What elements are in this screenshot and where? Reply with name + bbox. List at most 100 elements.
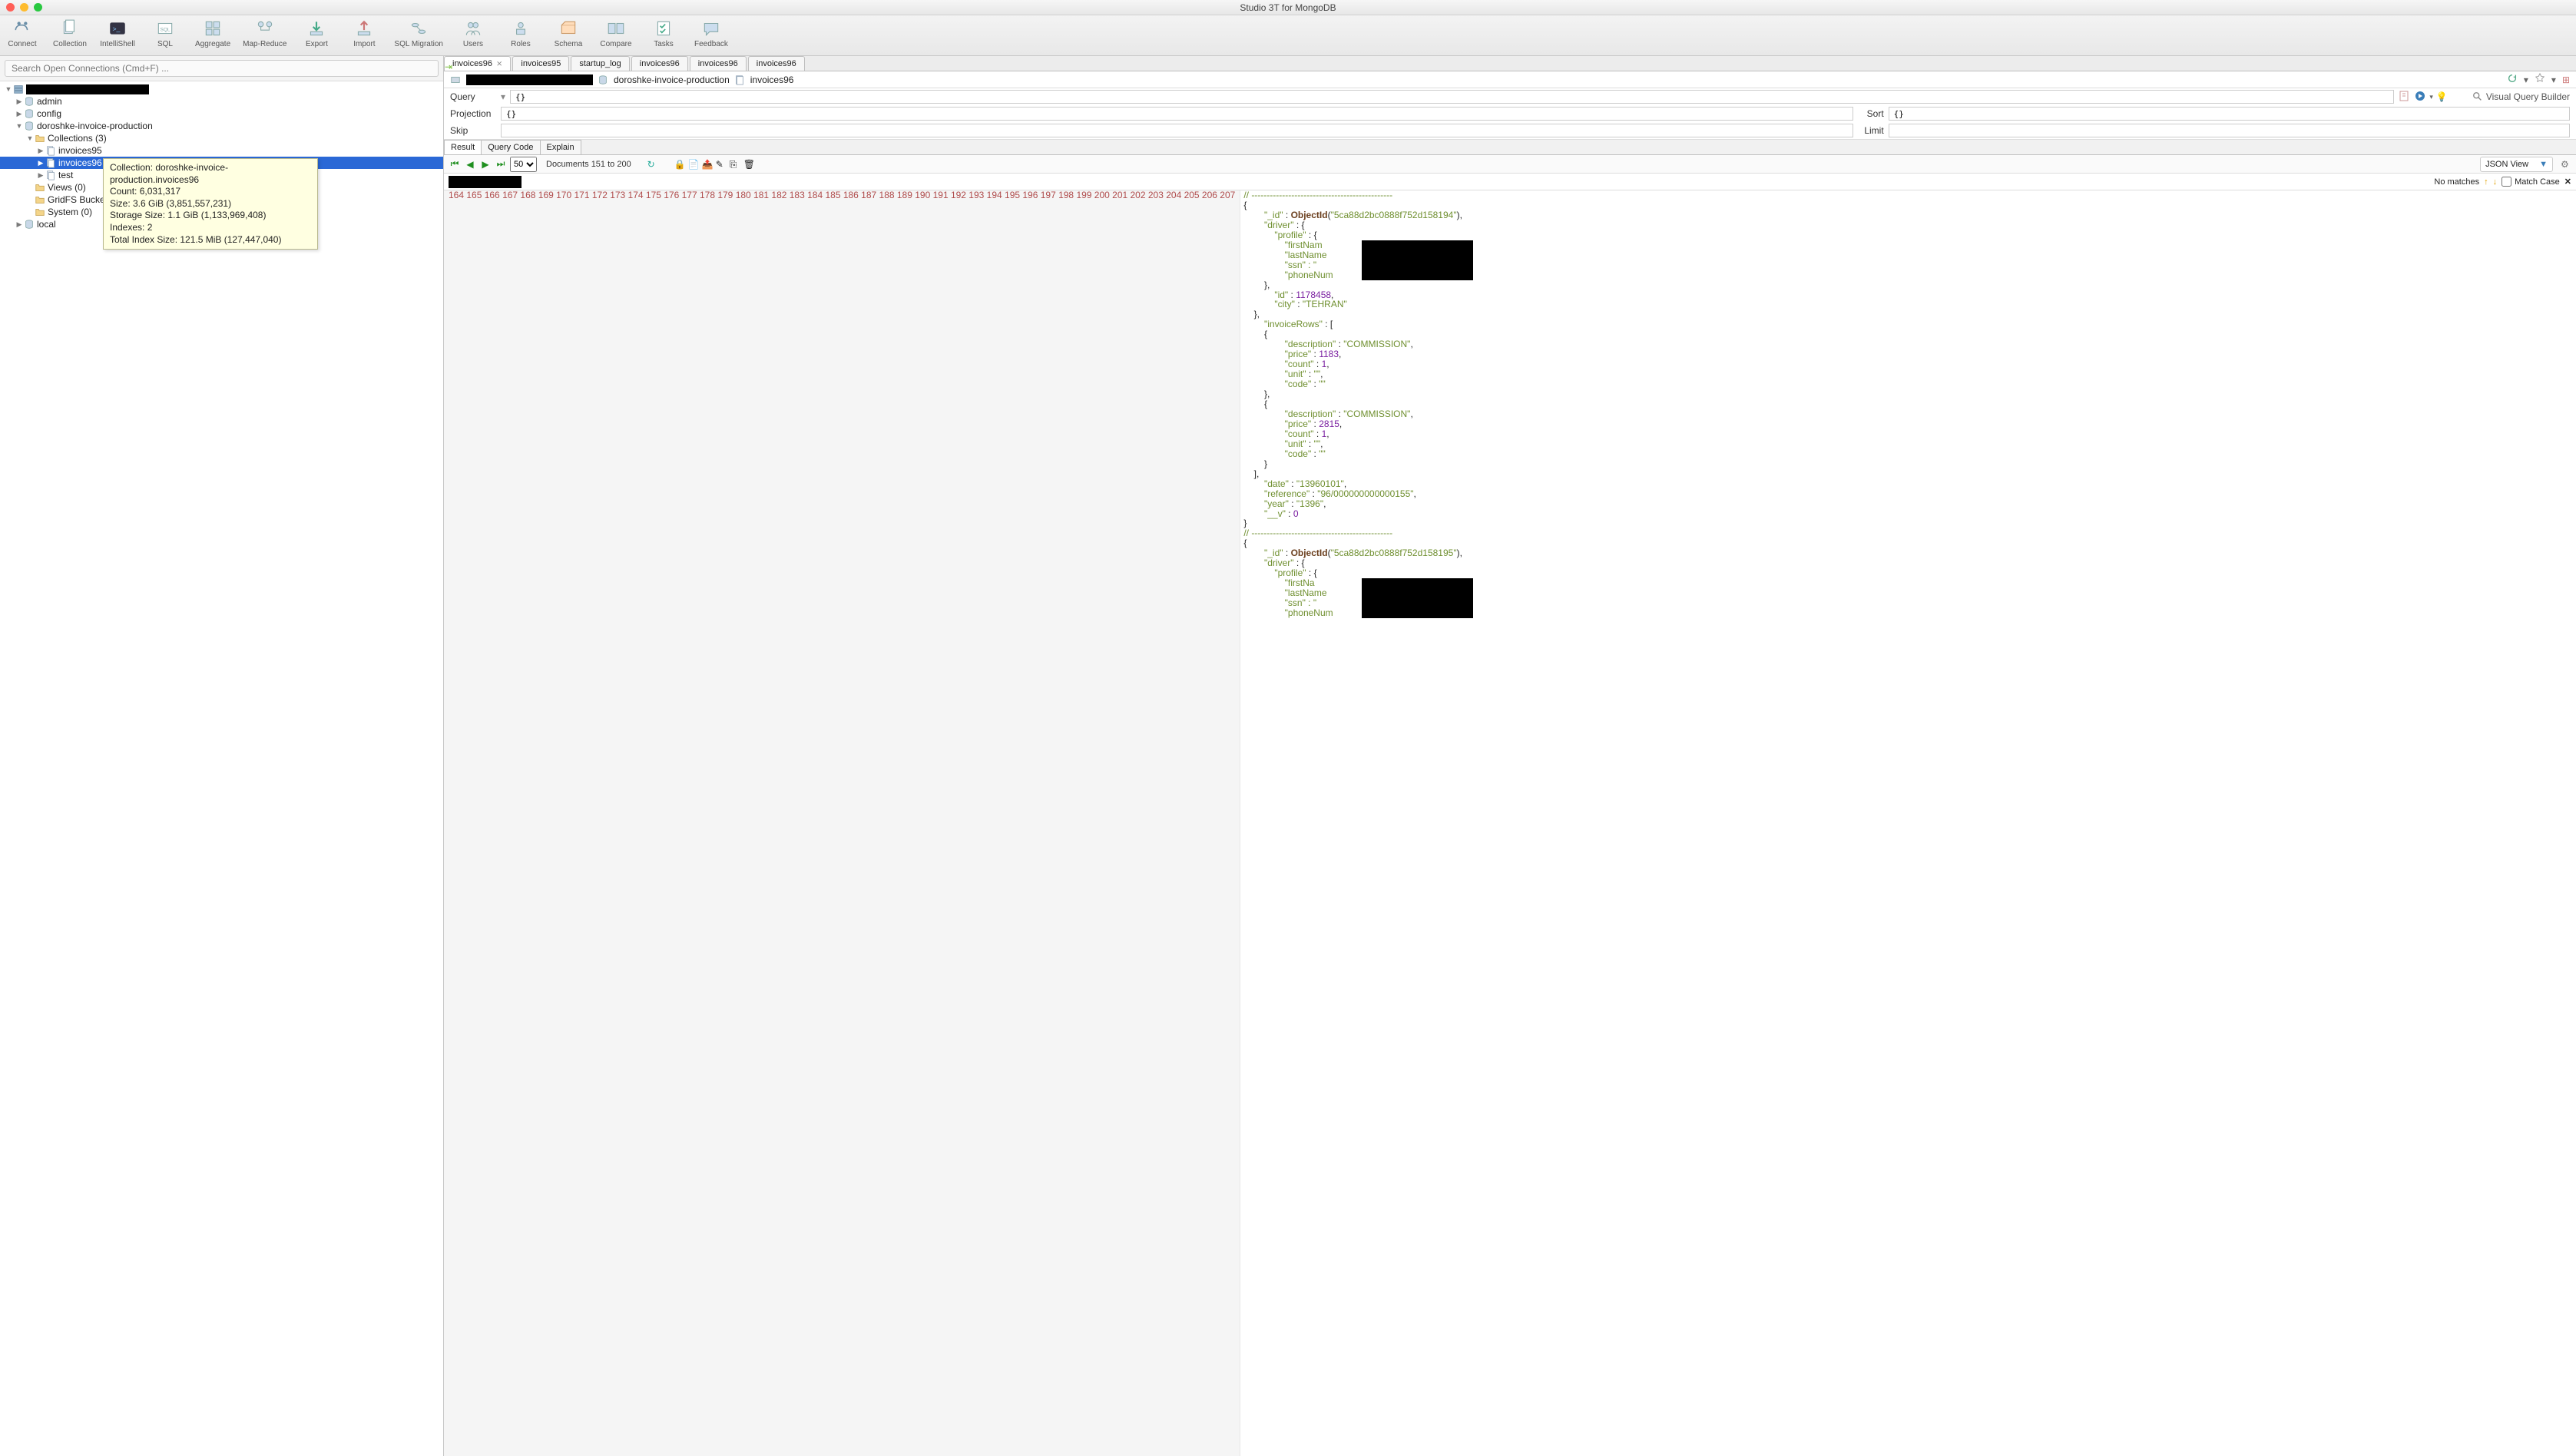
sort-input[interactable] [1889, 107, 2570, 121]
refresh-icon[interactable] [2507, 73, 2518, 86]
sub-tab-query-code[interactable]: Query Code [481, 140, 540, 154]
star-icon[interactable] [2535, 73, 2545, 86]
expand-icon[interactable]: ▼ [15, 122, 23, 130]
code-content[interactable]: // -------------------------------------… [1240, 190, 2576, 1456]
dropdown-icon[interactable]: ▾ [2429, 93, 2433, 101]
db-icon [24, 108, 35, 119]
toolbar-sqlmigration[interactable]: SQL Migration [394, 18, 443, 48]
expand-icon[interactable]: ▶ [15, 220, 23, 229]
expand-icon[interactable]: ▶ [15, 110, 23, 118]
close-findbar-icon[interactable]: ✕ [2564, 177, 2571, 187]
redacted-breadcrumb [466, 74, 593, 85]
toolbar-users[interactable]: Users [455, 18, 491, 48]
tree-item-label: GridFS Bucket [48, 194, 108, 205]
tree-item-config[interactable]: ▶config [0, 108, 443, 120]
folder-icon [35, 133, 45, 144]
toolbar-export[interactable]: Export [299, 18, 334, 48]
toolbar-label: Map-Reduce [243, 40, 286, 48]
tab-invoices96[interactable]: invoices96 [631, 56, 688, 71]
edit-icon[interactable]: ✎ [716, 159, 727, 170]
expand-icon[interactable]: ▼ [26, 134, 34, 142]
toolbar-mapreduce[interactable]: Map-Reduce [243, 18, 286, 48]
close-tab-icon[interactable]: ⨯ [496, 60, 502, 68]
toolbar-label: SQL Migration [394, 40, 443, 48]
redacted-block [1362, 578, 1473, 618]
toolbar-aggregate[interactable]: Aggregate [195, 18, 230, 48]
toolbar-import[interactable]: Import [346, 18, 382, 48]
tab-invoices96[interactable]: invoices96 [748, 56, 805, 71]
sub-tab-result[interactable]: Result [444, 140, 482, 154]
expand-icon[interactable]: ▶ [37, 159, 45, 167]
skip-input[interactable] [501, 124, 1853, 137]
visual-query-builder-button[interactable]: Visual Query Builder [2472, 91, 2570, 102]
maximize-window-icon[interactable] [34, 3, 42, 12]
tooltip-line: Indexes: 2 [110, 222, 311, 234]
minimize-window-icon[interactable] [20, 3, 28, 12]
delete-icon[interactable]: 🗑 [743, 159, 754, 170]
no-matches-label: No matches [2434, 177, 2479, 187]
add-doc-icon[interactable]: 📄 [688, 159, 699, 170]
connection-tree[interactable]: ▼ ▶admin▶config▼doroshke-invoice-product… [0, 81, 443, 1456]
breadcrumb-coll[interactable]: invoices96 [734, 74, 794, 85]
edit-query-icon[interactable] [2399, 90, 2411, 104]
projection-input[interactable] [501, 107, 1853, 121]
prev-page-icon[interactable]: ◀ [464, 158, 476, 170]
match-case-checkbox[interactable]: Match Case [2502, 177, 2560, 187]
last-page-icon[interactable]: ⏭ [495, 158, 507, 170]
toolbar-feedback[interactable]: Feedback [694, 18, 729, 48]
tab-label: invoices96 [640, 59, 680, 68]
tree-item-doroshke-invoice-production[interactable]: ▼ doroshke-invoice-production [0, 120, 443, 132]
refresh-icon[interactable]: ↻ [645, 158, 657, 170]
dropdown-icon[interactable]: ▾ [501, 91, 505, 102]
page-size-select[interactable]: 50 [510, 157, 537, 172]
first-page-icon[interactable]: ⏮ [449, 158, 461, 170]
toolbar-sql[interactable]: SQLSQL [147, 18, 183, 48]
connection-root[interactable]: ▼ [0, 83, 443, 95]
prev-match-icon[interactable]: ↑ [2484, 177, 2488, 187]
view-mode-select[interactable]: JSON View ▼ [2480, 157, 2553, 172]
search-input[interactable] [5, 60, 439, 77]
json-result-view[interactable]: 164 165 166 167 168 169 170 171 172 173 … [444, 190, 2576, 1456]
tree-item-collections-3-[interactable]: ▼Collections (3) [0, 132, 443, 144]
toolbar-compare[interactable]: Compare [598, 18, 634, 48]
sqlmigration-icon [408, 18, 429, 39]
hint-icon[interactable]: 💡 [2436, 91, 2448, 102]
expand-icon[interactable]: ▶ [37, 147, 45, 155]
expand-icon[interactable]: ▼ [5, 85, 12, 93]
toolbar-tasks[interactable]: Tasks [646, 18, 681, 48]
export-icon[interactable]: 📤 [702, 159, 713, 170]
toolbar-intellishell[interactable]: >_IntelliShell [100, 18, 135, 48]
tree-item-invoices95[interactable]: ▶invoices95 [0, 144, 443, 157]
lock-icon[interactable]: 🔒 [674, 159, 685, 170]
tab-startup_log[interactable]: startup_log [571, 56, 629, 71]
toolbar-connect[interactable]: Connect [5, 18, 40, 48]
toolbar-roles[interactable]: Roles [503, 18, 538, 48]
tree-item-label: doroshke-invoice-production [37, 121, 153, 131]
tree-item-admin[interactable]: ▶admin [0, 95, 443, 108]
limit-input[interactable] [1889, 124, 2570, 137]
copy-icon[interactable]: ⎘ [730, 159, 740, 170]
server-icon [450, 74, 461, 85]
next-match-icon[interactable]: ↓ [2493, 177, 2498, 187]
breadcrumb-db[interactable]: doroshke-invoice-production [598, 74, 730, 85]
toolbar-collection[interactable]: Collection [52, 18, 88, 48]
next-page-icon[interactable]: ▶ [479, 158, 492, 170]
sub-tab-explain[interactable]: Explain [540, 140, 581, 154]
window-controls[interactable] [6, 3, 42, 12]
expand-icon[interactable]: ▶ [37, 171, 45, 180]
tab-invoices95[interactable]: invoices95 [512, 56, 569, 71]
pin-icon[interactable]: ⊞ [2562, 74, 2570, 85]
query-input[interactable] [510, 90, 2394, 104]
run-query-icon[interactable] [2414, 90, 2426, 104]
tree-item-label: test [58, 170, 73, 180]
breadcrumb-server[interactable] [450, 74, 593, 85]
tab-invoices96[interactable]: invoices96 [690, 56, 747, 71]
toolbar-schema[interactable]: Schema [551, 18, 586, 48]
close-window-icon[interactable] [6, 3, 15, 12]
settings-icon[interactable]: ⚙ [2561, 159, 2571, 170]
tab-invoices96[interactable]: invoices96⨯ [444, 56, 511, 71]
panel-toggle-icon[interactable]: ⇥ [445, 61, 451, 69]
expand-icon[interactable]: ▶ [15, 98, 23, 106]
sql-icon: SQL [154, 18, 176, 39]
tooltip-line: Collection: doroshke-invoice-production.… [110, 162, 311, 186]
